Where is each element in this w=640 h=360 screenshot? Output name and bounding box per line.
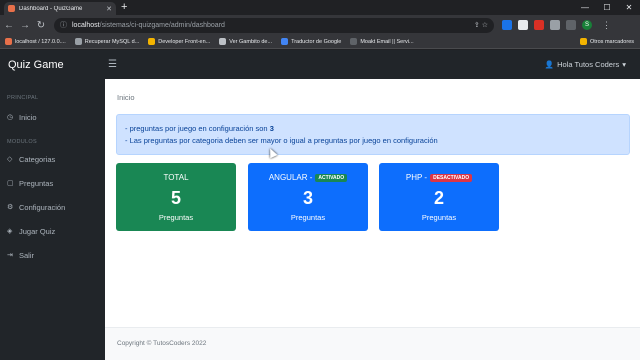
browser-toolbar: ← → ↻ ⓘ localhost /sistemas/ci-quizgame/… — [0, 15, 640, 35]
bookmark-item[interactable]: Developer Front-en... — [148, 38, 210, 45]
main-content: Inicio - preguntas por juego en configur… — [105, 79, 640, 360]
address-bar[interactable]: ⓘ localhost /sistemas/ci-quizgame/admin/… — [54, 17, 494, 33]
url-host: localhost — [72, 21, 100, 29]
folder-icon — [579, 38, 587, 45]
caret-down-icon: ▾ — [622, 60, 626, 69]
close-tab-icon[interactable]: ✕ — [106, 5, 112, 13]
user-menu[interactable]: 👤 Hola Tutos Coders ▾ — [545, 60, 626, 69]
bookmark-favicon-icon — [350, 38, 358, 45]
sidebar-item-label: Inicio — [19, 112, 37, 122]
sidebar-heading-principal: PRINCIPAL — [7, 95, 39, 101]
card-value: 5 — [170, 188, 181, 208]
extension-icon[interactable] — [518, 20, 528, 30]
bookmark-item[interactable]: localhost / 127.0.0.... — [5, 38, 66, 45]
status-badge: DESACTIVADO — [430, 173, 473, 182]
bookmark-item[interactable]: Recuperar MySQL d... — [74, 38, 139, 45]
status-badge: ACTIVADO — [315, 173, 348, 182]
app-brand[interactable]: Quiz Game — [8, 59, 108, 71]
site-info-icon[interactable]: ⓘ — [60, 20, 67, 30]
gamepad-icon: ◈ — [7, 228, 13, 235]
window-controls: — ☐ ✕ — [574, 0, 640, 15]
sidebar-item-label: Categorias — [19, 154, 56, 164]
breadcrumb: Inicio — [117, 93, 135, 102]
puzzle-icon[interactable] — [550, 20, 560, 30]
reload-icon[interactable]: ↻ — [34, 20, 48, 31]
bookmark-star-icon[interactable]: ⇪ ☆ — [474, 21, 488, 29]
card-value: 2 — [433, 188, 444, 208]
card-label: Preguntas — [290, 213, 326, 222]
stat-card-total: TOTAL 5 Preguntas — [116, 163, 236, 231]
tags-icon: ◇ — [7, 156, 13, 163]
sidebar-item-label: Salir — [19, 250, 35, 260]
profile-avatar[interactable]: S — [582, 20, 592, 30]
minimize-icon[interactable]: — — [574, 0, 596, 15]
kebab-menu-icon[interactable]: ⋮ — [602, 20, 611, 31]
copyright-text: Copyright © TutosCoders 2022 — [117, 340, 207, 347]
bookmark-favicon-icon — [74, 38, 82, 45]
alert-line-1: - preguntas por juego en configuración s… — [125, 124, 274, 133]
footer: Copyright © TutosCoders 2022 — [105, 327, 640, 360]
sidebar-toggle-icon[interactable]: ☰ — [108, 59, 117, 70]
sidebar: PRINCIPAL ◷ Inicio MODULOS ◇ Categorias … — [0, 79, 105, 360]
maximize-icon[interactable]: ☐ — [596, 0, 618, 15]
bookmark-favicon-icon — [5, 38, 12, 45]
card-value: 3 — [302, 188, 313, 208]
sidebar-item-preguntas[interactable]: ▢ Preguntas — [0, 171, 105, 195]
bookmark-item[interactable]: Ver Gambito de... — [219, 38, 272, 45]
bookmark-favicon-icon — [281, 38, 289, 45]
question-icon: ▢ — [7, 180, 14, 187]
card-title: TOTAL — [163, 173, 189, 182]
sidebar-item-configuracion[interactable]: ⚙ Configuración — [0, 195, 105, 219]
other-bookmarks[interactable]: Otros marcadores — [579, 38, 634, 45]
card-label: Preguntas — [158, 213, 194, 222]
sidebar-item-salir[interactable]: ⇥ Salir — [0, 243, 105, 267]
forward-icon[interactable]: → — [18, 20, 32, 31]
card-title: ANGULAR - — [268, 173, 313, 182]
favicon-icon — [8, 5, 15, 12]
back-icon[interactable]: ← — [2, 20, 16, 31]
new-tab-icon[interactable]: + — [121, 1, 127, 13]
url-path: /sistemas/ci-quizgame/admin/dashboard — [99, 21, 225, 29]
stat-card-angular: ANGULAR - ACTIVADO 3 Preguntas — [248, 163, 368, 231]
sidebar-item-categorias[interactable]: ◇ Categorias — [0, 147, 105, 171]
gear-icon: ⚙ — [7, 204, 14, 211]
sidebar-item-label: Preguntas — [19, 178, 54, 188]
bookmark-item[interactable]: Traductor de Google — [281, 38, 341, 45]
sidebar-item-label: Jugar Quiz — [19, 226, 56, 236]
close-window-icon[interactable]: ✕ — [618, 0, 640, 15]
card-title: PHP - — [405, 173, 428, 182]
tab-title: Dashboard - QuizGame — [19, 5, 83, 12]
card-label: Preguntas — [421, 213, 457, 222]
alert-value: 3 — [269, 124, 274, 133]
info-alert: - preguntas por juego en configuración s… — [116, 114, 630, 155]
bookmark-item[interactable]: Moakt Email || Servi... — [350, 38, 414, 45]
bookmarks-bar: localhost / 127.0.0.... Recuperar MySQL … — [0, 35, 640, 49]
user-icon: 👤 — [544, 60, 555, 69]
user-label: Hola Tutos Coders — [557, 60, 620, 69]
alert-line-2: - Las preguntas por categoria deben ser … — [125, 136, 438, 145]
extension-icon[interactable] — [502, 20, 512, 30]
sidebar-heading-modulos: MODULOS — [7, 139, 37, 145]
browser-tabstrip: Dashboard - QuizGame ✕ + — ☐ ✕ — [0, 0, 640, 15]
sidebar-item-inicio[interactable]: ◷ Inicio — [0, 105, 105, 129]
sidebar-item-label: Configuración — [19, 202, 66, 212]
browser-tab[interactable]: Dashboard - QuizGame ✕ — [4, 2, 116, 15]
app-navbar: Quiz Game ☰ 👤 Hola Tutos Coders ▾ — [0, 50, 640, 79]
sidepanel-icon[interactable] — [566, 20, 576, 30]
stat-card-php: PHP - DESACTIVADO 2 Preguntas — [379, 163, 499, 231]
gauge-icon: ◷ — [7, 114, 14, 121]
bookmark-favicon-icon — [219, 38, 227, 45]
bookmark-favicon-icon — [148, 38, 156, 45]
sidebar-item-jugar-quiz[interactable]: ◈ Jugar Quiz — [0, 219, 105, 243]
extensions-bar: S ⋮ — [502, 20, 611, 31]
logout-icon: ⇥ — [7, 252, 13, 259]
extension-icon[interactable] — [534, 20, 544, 30]
